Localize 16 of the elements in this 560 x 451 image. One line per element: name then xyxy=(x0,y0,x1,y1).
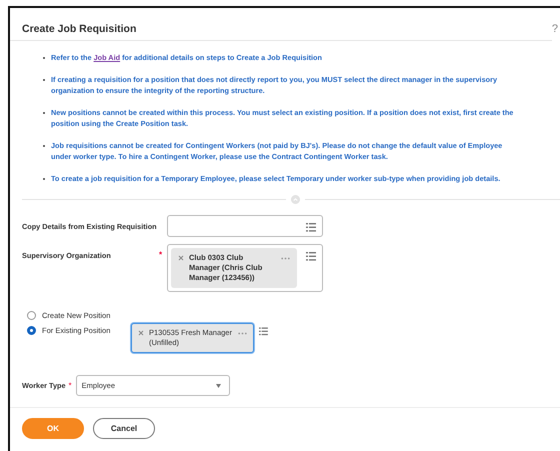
remove-icon[interactable] xyxy=(138,330,144,336)
list-icon[interactable] xyxy=(259,327,268,336)
more-icon[interactable] xyxy=(238,332,248,335)
copy-requisition-field[interactable] xyxy=(167,215,323,237)
required-mark: * xyxy=(159,249,164,259)
cancel-button[interactable]: Cancel xyxy=(93,418,155,439)
remove-icon[interactable] xyxy=(178,255,184,261)
dropdown-caret-icon xyxy=(216,384,221,388)
help-icon[interactable]: ? xyxy=(552,22,558,34)
required-mark: * xyxy=(68,381,72,390)
radio-button[interactable] xyxy=(27,326,36,335)
form-title: Create Job Requisition xyxy=(22,22,136,34)
radio-button[interactable] xyxy=(27,311,36,320)
list-icon[interactable] xyxy=(306,252,316,261)
more-icon[interactable] xyxy=(281,257,290,260)
list-icon[interactable] xyxy=(306,223,316,232)
